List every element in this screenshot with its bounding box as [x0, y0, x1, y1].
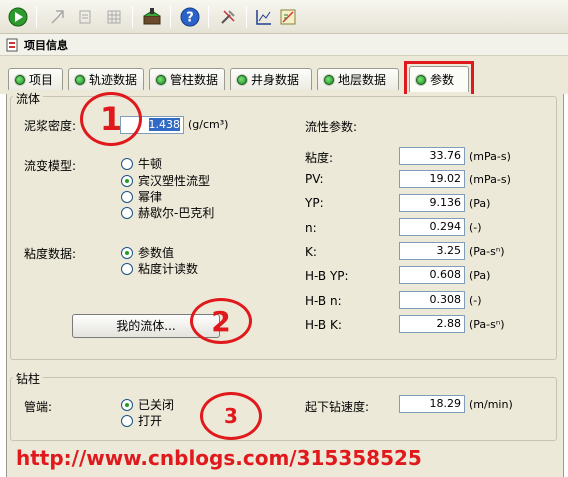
radio-newtonian[interactable]: 牛顿 [121, 155, 162, 172]
param-label-n: n: [305, 221, 317, 235]
param-field-hb-yp[interactable]: 0.608 [399, 266, 465, 284]
param-field-n[interactable]: 0.294 [399, 218, 465, 236]
annotation-circle-3: 3 [200, 392, 262, 440]
param-field-pv[interactable]: 19.02 [399, 170, 465, 188]
tab-highlight-box [404, 61, 474, 98]
status-dot-icon [324, 74, 334, 85]
param-label-viscosity: 粘度: [305, 151, 334, 165]
tab-strip: 项目 轨迹数据 管柱数据 井身数据 地层数据 参数 [0, 56, 568, 94]
radio-viscometer-readings[interactable]: 粘度计读数 [121, 260, 198, 277]
run-icon[interactable] [6, 5, 30, 29]
help-icon[interactable]: ? [178, 5, 202, 29]
pipe-end-label: 管端: [24, 400, 53, 414]
project-info-icon [6, 38, 18, 51]
param-unit-viscosity: (mPa-s) [469, 150, 511, 163]
database-icon[interactable] [140, 5, 164, 29]
pointer-tool-icon[interactable] [46, 5, 70, 29]
param-unit-k: (Pa-sⁿ) [469, 245, 505, 258]
grid-tool-icon[interactable] [102, 5, 126, 29]
density-unit: (g/cm³) [188, 118, 229, 131]
radio-herschel-bulkley[interactable]: 赫歇尔-巴克利 [121, 204, 214, 221]
param-label-yp: YP: [305, 196, 324, 210]
status-dot-icon [237, 74, 247, 85]
status-dot-icon [15, 74, 25, 85]
param-label-hb-n: H-B n: [305, 294, 342, 308]
status-dot-icon [156, 74, 166, 85]
viscosity-data-label: 粘度数据: [24, 247, 77, 261]
param-field-viscosity[interactable]: 33.76 [399, 147, 465, 165]
radio-bingham[interactable]: 宾汉塑性流型 [121, 172, 210, 189]
param-label-hb-yp: H-B YP: [305, 269, 349, 283]
param-label-hb-k: H-B K: [305, 318, 342, 332]
drillstring-group-label: 钻柱 [13, 370, 44, 387]
tab-trajectory[interactable]: 轨迹数据 [68, 68, 144, 90]
param-field-k[interactable]: 3.25 [399, 242, 465, 260]
annotation-circle-2: 2 [190, 298, 252, 344]
radio-param-values[interactable]: 参数值 [121, 244, 174, 261]
tools-icon[interactable] [216, 5, 240, 29]
param-unit-hb-n: (-) [469, 294, 482, 307]
param-unit-yp: (Pa) [469, 197, 491, 210]
radio-power-law[interactable]: 幂律 [121, 188, 162, 205]
panel-title: 项目信息 [24, 38, 68, 52]
svg-text:?: ? [186, 11, 194, 26]
tab-string[interactable]: 管柱数据 [149, 68, 225, 90]
param-unit-pv: (mPa-s) [469, 173, 511, 186]
param-field-yp[interactable]: 9.136 [399, 194, 465, 212]
param-unit-n: (-) [469, 221, 482, 234]
param-unit-hb-k: (Pa-sⁿ) [469, 318, 505, 331]
annotation-circle-1: 1 [80, 92, 142, 146]
edit-tool-icon[interactable] [74, 5, 98, 29]
rheo-params-label: 流性参数: [305, 120, 358, 134]
trip-speed-label: 起下钻速度: [305, 400, 370, 414]
report-icon[interactable] [276, 5, 300, 29]
trip-speed-unit: (m/min) [469, 398, 513, 411]
tab-formation[interactable]: 地层数据 [317, 68, 399, 90]
param-label-k: K: [305, 245, 317, 259]
param-unit-hb-yp: (Pa) [469, 269, 491, 282]
rheo-model-label: 流变模型: [24, 159, 77, 173]
radio-pipe-closed[interactable]: 已关闭 [121, 396, 174, 413]
radio-pipe-open[interactable]: 打开 [121, 412, 162, 429]
toolbar: ? [0, 0, 568, 34]
tab-wellbore[interactable]: 井身数据 [230, 68, 312, 90]
status-dot-icon [75, 74, 85, 85]
fluid-group-label: 流体 [13, 90, 44, 107]
trip-speed-field[interactable]: 18.29 [399, 395, 465, 413]
panel-caption: 项目信息 [0, 34, 568, 56]
param-label-pv: PV: [305, 172, 324, 186]
watermark-url: http://www.cnblogs.com/315358525 [16, 446, 422, 470]
tab-project[interactable]: 项目 [8, 68, 63, 90]
param-field-hb-n[interactable]: 0.308 [399, 291, 465, 309]
chart-icon[interactable] [252, 5, 276, 29]
param-field-hb-k[interactable]: 2.88 [399, 315, 465, 333]
density-label: 泥浆密度: [24, 119, 77, 133]
